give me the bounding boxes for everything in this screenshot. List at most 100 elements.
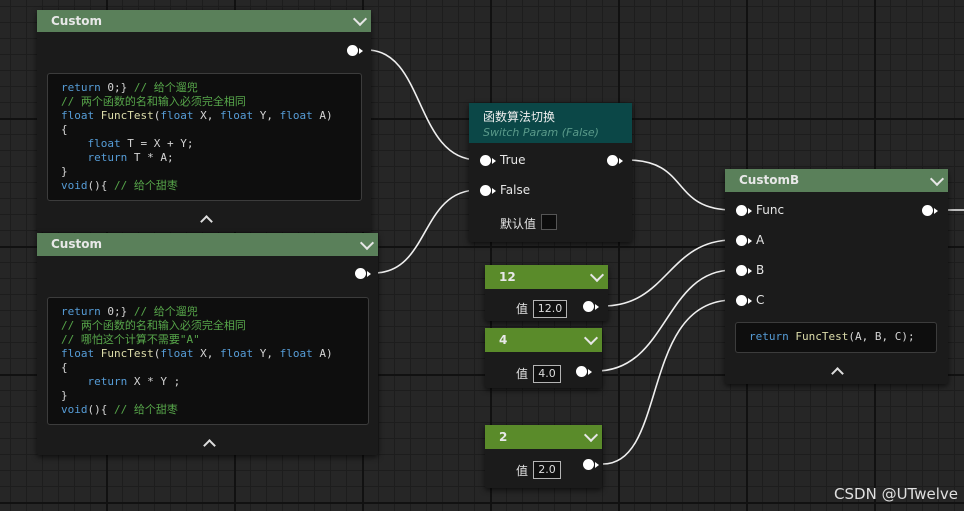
customb-node-code[interactable]: return FuncTest(A, B, C);: [735, 322, 937, 353]
code-token: // 给个遛兜: [133, 305, 198, 318]
code-token: (){: [87, 179, 114, 192]
code-token: float: [87, 137, 121, 150]
chevron-up-icon[interactable]: [200, 215, 213, 228]
constant-node-4-title: 4: [499, 333, 508, 347]
true-input-pin[interactable]: [480, 155, 496, 166]
switch-param-subtitle: Switch Param (False): [483, 126, 599, 139]
chevron-down-icon[interactable]: [352, 11, 368, 27]
wire-custom1-to-true: [366, 49, 479, 161]
custom-node-1-header[interactable]: Custom: [37, 10, 371, 32]
custom-node-1-output-pin[interactable]: [347, 45, 363, 56]
chevron-down-icon[interactable]: [929, 171, 945, 186]
code-token: }: [61, 165, 68, 178]
code-token: {: [61, 361, 68, 374]
constant-node-2-header[interactable]: 2: [485, 425, 602, 449]
code-token: float: [160, 109, 194, 122]
code-token: return: [61, 81, 101, 94]
code-token: // 给个甜枣: [114, 403, 178, 416]
constant-node-12-output-pin[interactable]: [583, 301, 599, 312]
custom-node-1[interactable]: Custom return 0;} // 给个遛兜// 两个函数的名和输入必须完…: [37, 10, 371, 232]
code-line: return 0;} // 给个遛兜: [61, 305, 368, 319]
code-line: return FuncTest(A, B, C);: [749, 330, 936, 344]
code-token: 0;}: [100, 81, 134, 94]
code-line: // 哪怕这个计算不需要"A": [61, 333, 368, 347]
code-token: float: [279, 109, 313, 122]
code-line: {: [61, 361, 368, 375]
func-input-label: Func: [756, 203, 785, 217]
chevron-down-icon[interactable]: [583, 427, 599, 443]
default-value-label: 默认值: [500, 217, 537, 231]
code-token: X,: [193, 347, 220, 360]
code-line: // 两个函数的名和输入必须完全相同: [61, 95, 361, 109]
a-input-label: A: [756, 233, 765, 247]
code-line: return 0;} // 给个遛兜: [61, 81, 361, 95]
code-line: // 两个函数的名和输入必须完全相同: [61, 319, 368, 333]
customb-output-pin[interactable]: [922, 205, 938, 216]
constant-node-12-title: 12: [499, 270, 516, 284]
code-line: }: [61, 165, 361, 179]
code-token: // 两个函数的名和输入必须完全相同: [61, 95, 246, 108]
code-token: 0;}: [100, 305, 134, 318]
constant-node-2-output-pin[interactable]: [583, 459, 599, 470]
constant-node-4-value[interactable]: 4.0: [533, 365, 561, 383]
chevron-down-icon[interactable]: [589, 267, 605, 283]
code-token: {: [61, 123, 68, 136]
constant-node-2[interactable]: 2 值 2.0: [485, 425, 602, 488]
code-token: float: [160, 347, 194, 360]
constant-node-2-value-label: 值: [516, 464, 529, 478]
switch-param-node[interactable]: 函数算法切换 Switch Param (False) True False 默…: [469, 103, 632, 242]
code-line: {: [61, 123, 361, 137]
switch-param-header[interactable]: 函数算法切换 Switch Param (False): [469, 103, 632, 143]
code-token: }: [61, 389, 68, 402]
custom-node-2-output-pin[interactable]: [355, 268, 371, 279]
code-token: // 两个函数的名和输入必须完全相同: [61, 319, 246, 332]
default-value-checkbox[interactable]: [541, 214, 557, 230]
constant-node-2-title: 2: [499, 430, 508, 444]
switch-output-pin[interactable]: [607, 155, 623, 166]
wire-switch-to-func: [626, 159, 734, 211]
switch-param-title: 函数算法切换: [483, 110, 556, 124]
code-token: Y,: [253, 109, 280, 122]
code-line: return T * A;: [61, 151, 361, 165]
constant-node-12-header[interactable]: 12: [485, 265, 608, 289]
b-input-pin[interactable]: [736, 265, 752, 276]
wire-custom2-to-false: [373, 189, 479, 274]
code-token: T = X + Y;: [120, 137, 194, 150]
constant-node-4-output-pin[interactable]: [576, 366, 592, 377]
code-token: FuncTest: [100, 109, 154, 122]
constant-node-4[interactable]: 4 值 4.0: [485, 328, 602, 388]
constant-node-12-value[interactable]: 12.0: [533, 300, 567, 318]
constant-node-2-value[interactable]: 2.0: [533, 461, 561, 479]
constant-node-4-header[interactable]: 4: [485, 328, 602, 352]
c-input-pin[interactable]: [736, 295, 752, 306]
code-token: T * A;: [127, 151, 174, 164]
code-token: A): [312, 109, 333, 122]
chevron-up-icon[interactable]: [203, 439, 216, 452]
custom-node-2-header[interactable]: Custom: [37, 233, 378, 256]
chevron-up-icon[interactable]: [831, 367, 844, 380]
code-token: X,: [193, 109, 220, 122]
customb-node-title: CustomB: [739, 173, 800, 187]
func-input-pin[interactable]: [736, 205, 752, 216]
code-token: float: [219, 109, 254, 122]
code-token: float: [61, 347, 95, 360]
constant-node-12-value-label: 值: [516, 302, 529, 316]
chevron-down-icon[interactable]: [583, 330, 599, 346]
customb-node-header[interactable]: CustomB: [725, 169, 948, 192]
custom-node-2-code[interactable]: return 0;} // 给个遛兜// 两个函数的名和输入必须完全相同// 哪…: [47, 297, 369, 425]
chevron-down-icon[interactable]: [359, 235, 375, 250]
false-input-pin[interactable]: [480, 185, 496, 196]
constant-node-12[interactable]: 12 值 12.0: [485, 265, 608, 321]
custom-node-2[interactable]: Custom return 0;} // 给个遛兜// 两个函数的名和输入必须完…: [37, 233, 378, 455]
code-token: // 给个甜枣: [114, 179, 178, 192]
code-token: A): [312, 347, 333, 360]
custom-node-1-title: Custom: [51, 14, 102, 28]
wire-2-to-c: [602, 299, 734, 465]
code-token: X * Y ;: [127, 375, 181, 388]
custom-node-1-code[interactable]: return 0;} // 给个遛兜// 两个函数的名和输入必须完全相同 floa…: [47, 73, 362, 201]
a-input-pin[interactable]: [736, 235, 752, 246]
code-line: void(){ // 给个甜枣: [61, 179, 361, 193]
customb-node[interactable]: CustomB Func A B C return FuncTest(A, B,…: [725, 169, 948, 384]
